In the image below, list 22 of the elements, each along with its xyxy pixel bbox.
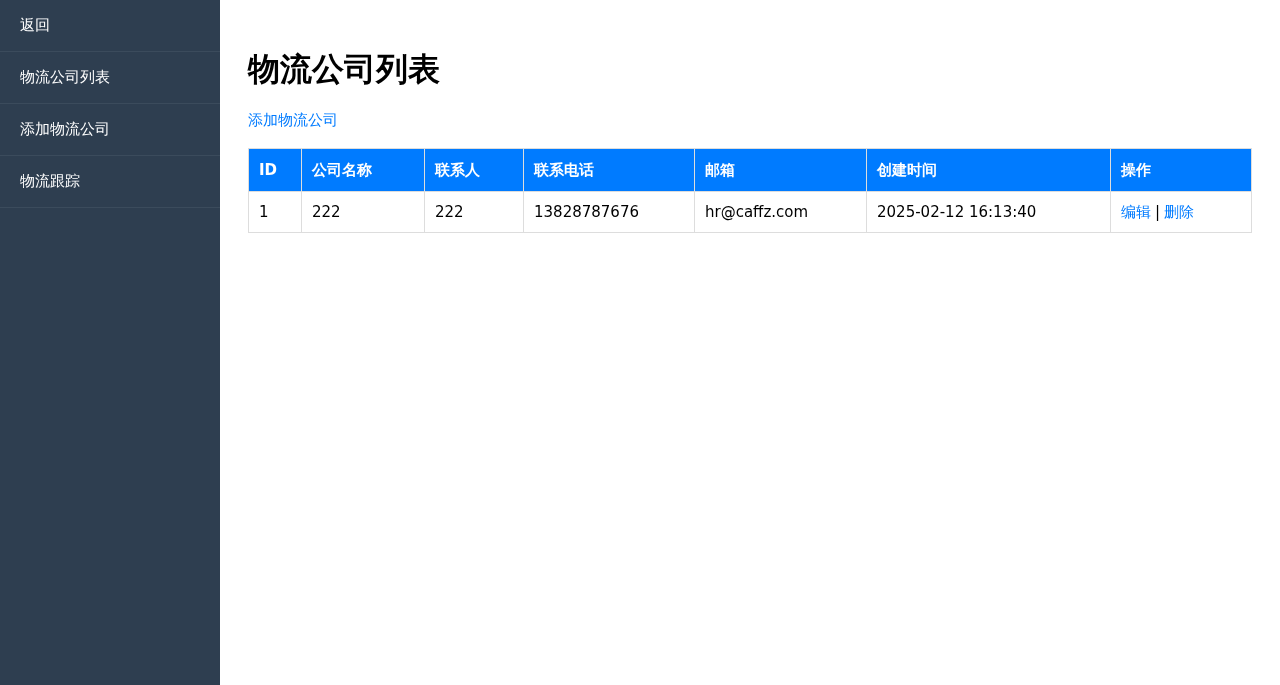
table-cell: 13828787676	[523, 191, 695, 233]
column-header: 联系人	[424, 148, 524, 192]
sidebar-item[interactable]: 物流跟踪	[0, 156, 220, 208]
column-header: 操作	[1110, 148, 1252, 192]
table-cell: 1	[248, 191, 302, 233]
separator: |	[1155, 202, 1161, 221]
add-company-link[interactable]: 添加物流公司	[248, 111, 338, 131]
column-header: 邮箱	[694, 148, 867, 192]
table-cell: 222	[424, 191, 524, 233]
sidebar-item[interactable]: 物流公司列表	[0, 52, 220, 104]
column-header: 联系电话	[523, 148, 695, 192]
table-cell: 222	[301, 191, 425, 233]
delete-link[interactable]: 删除	[1164, 202, 1195, 221]
sidebar-item[interactable]: 返回	[0, 0, 220, 52]
table-cell: 2025-02-12 16:13:40	[866, 191, 1111, 233]
column-header: 创建时间	[866, 148, 1111, 192]
column-header: 公司名称	[301, 148, 425, 192]
table-cell: hr@caffz.com	[694, 191, 867, 233]
sidebar-item[interactable]: 添加物流公司	[0, 104, 220, 156]
page-title: 物流公司列表	[248, 50, 441, 89]
edit-link[interactable]: 编辑	[1121, 202, 1151, 221]
column-header: ID	[248, 148, 302, 192]
